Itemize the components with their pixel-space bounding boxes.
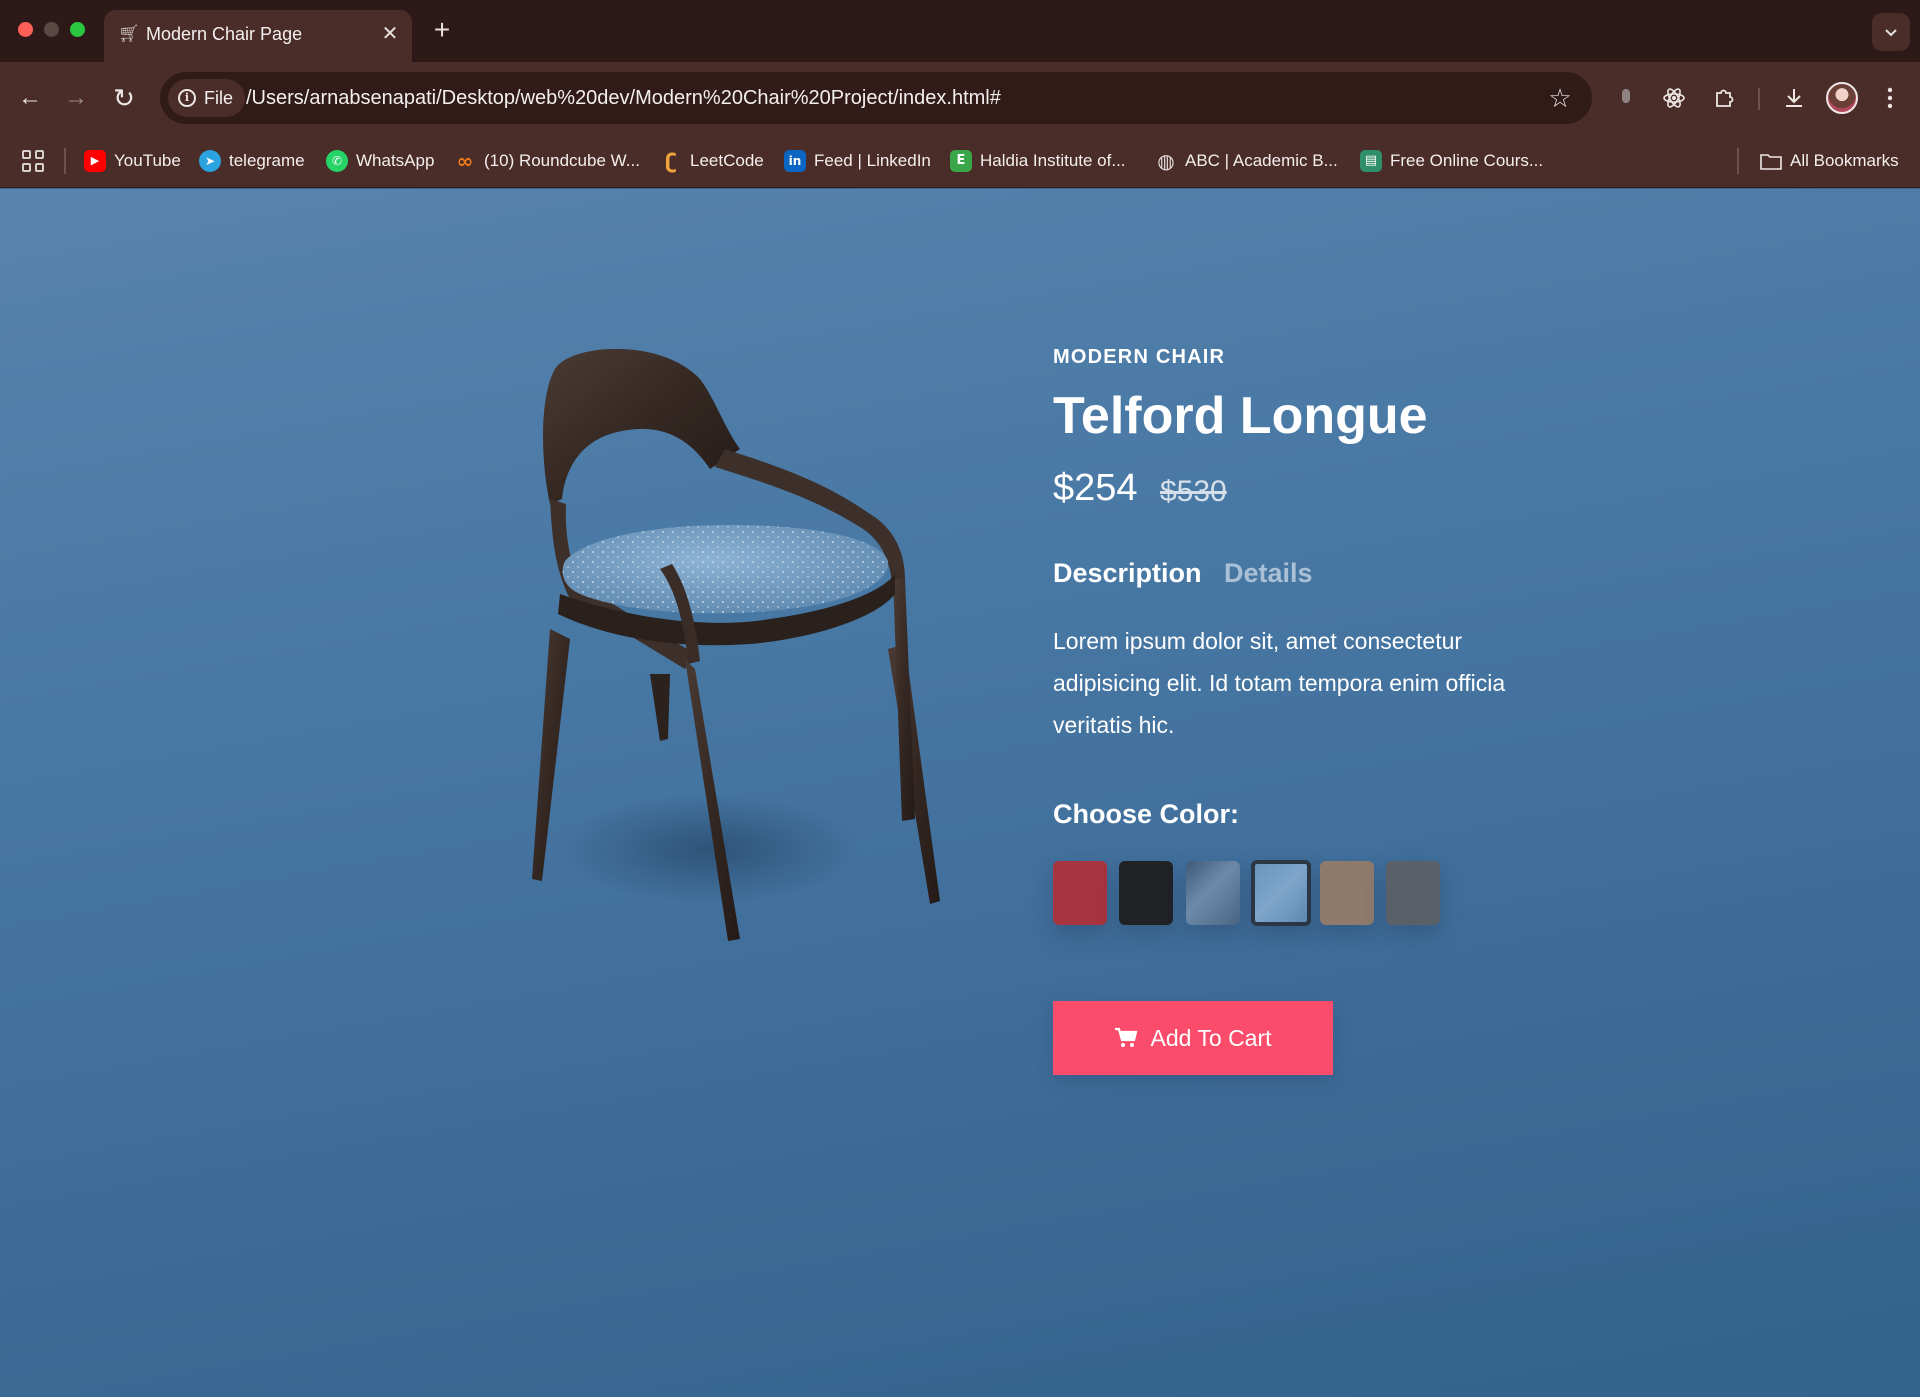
color-swatches <box>1053 860 1473 927</box>
tab-modern-chair[interactable]: 🛒︎ Modern Chair Page ✕ <box>104 10 412 62</box>
bookmark-label: Free Online Cours... <box>1390 151 1544 170</box>
bookmark-abc-academic[interactable]: ◍ ABC | Academic B... <box>1155 147 1338 175</box>
bookmark-star-icon[interactable]: ☆ <box>1544 82 1576 114</box>
tab-search-button[interactable] <box>1872 13 1910 51</box>
swatch-denim[interactable] <box>1186 861 1240 925</box>
swatch-light-blue[interactable] <box>1251 860 1311 926</box>
globe-icon: ◍ <box>1157 149 1175 173</box>
apps-grid-icon[interactable] <box>22 150 44 172</box>
forward-button[interactable]: → <box>58 80 94 116</box>
profile-avatar[interactable] <box>1826 82 1858 114</box>
whatsapp-icon: ✆ <box>326 150 348 172</box>
react-devtools-icon[interactable] <box>1656 80 1692 116</box>
bookmarks-divider <box>1737 148 1739 174</box>
minimize-window-button[interactable] <box>44 22 59 37</box>
bookmark-label: ABC | Academic B... <box>1185 151 1338 170</box>
roundcube-icon: ∞ <box>456 149 474 173</box>
haldia-icon: E <box>950 150 972 172</box>
bookmark-label: LeetCode <box>690 151 764 170</box>
add-to-cart-label: Add To Cart <box>1150 1025 1272 1051</box>
product-title: Telford Longue <box>1053 387 1428 445</box>
bookmark-free-courses[interactable]: ▤ Free Online Cours... <box>1360 147 1543 175</box>
telegram-icon: ➤ <box>199 150 221 172</box>
cart-icon: 🛒︎ <box>118 24 140 43</box>
downloads-icon[interactable] <box>1776 80 1812 116</box>
maximize-window-button[interactable] <box>70 22 85 37</box>
bookmark-youtube[interactable]: ▶ YouTube <box>84 147 181 175</box>
product-price: $254 <box>1053 467 1138 509</box>
all-bookmarks-label: All Bookmarks <box>1790 151 1899 170</box>
bookmark-label: (10) Roundcube W... <box>484 151 640 170</box>
product-category: MODERN CHAIR <box>1053 346 1226 368</box>
back-button[interactable]: ← <box>12 80 48 116</box>
browser-toolbar: ← → ↻ i File /Users/arnabsenapati/Deskto… <box>0 62 1920 134</box>
folder-icon <box>1760 154 1782 170</box>
youtube-icon: ▶ <box>84 150 106 172</box>
swatch-tan[interactable] <box>1320 861 1374 925</box>
cart-icon <box>1115 1027 1138 1047</box>
site-chip-label: File <box>204 87 234 108</box>
bookmark-label: WhatsApp <box>356 151 435 170</box>
reload-button[interactable]: ↻ <box>106 80 142 116</box>
bookmark-linkedin[interactable]: in Feed | LinkedIn <box>784 147 931 175</box>
swatch-red[interactable] <box>1053 861 1107 925</box>
swatch-grey[interactable] <box>1386 861 1440 925</box>
new-tab-button[interactable]: + <box>428 16 456 44</box>
linkedin-icon: in <box>784 150 806 172</box>
extensions-puzzle-icon[interactable] <box>1706 80 1742 116</box>
product-description: Lorem ipsum dolor sit, amet consectetur … <box>1053 628 1506 738</box>
bookmark-label: YouTube <box>114 151 181 170</box>
tab-strip: 🛒︎ Modern Chair Page ✕ + <box>0 0 1920 62</box>
swatch-black[interactable] <box>1119 861 1173 925</box>
bookmark-whatsapp[interactable]: ✆ WhatsApp <box>326 147 434 175</box>
chevron-down-icon <box>1885 29 1897 37</box>
add-to-cart-button[interactable]: Add To Cart <box>1053 1001 1333 1075</box>
product-page: MODERN CHAIR Telford Longue $254 $530 De… <box>0 189 1920 1397</box>
tab-title: Modern Chair Page <box>146 24 303 44</box>
bookmark-label: telegrame <box>229 151 305 170</box>
close-window-button[interactable] <box>18 22 33 37</box>
tab-details[interactable]: Details <box>1224 556 1313 590</box>
product-old-price: $530 <box>1160 475 1227 508</box>
address-bar[interactable]: i File /Users/arnabsenapati/Desktop/web%… <box>160 72 1592 124</box>
bookmark-roundcube[interactable]: ∞ (10) Roundcube W... <box>454 147 640 175</box>
tab-description[interactable]: Description <box>1053 556 1202 590</box>
close-icon[interactable]: ✕ <box>378 22 402 46</box>
bookmark-telegram[interactable]: ➤ telegrame <box>199 147 305 175</box>
course-icon: ▤ <box>1360 150 1382 172</box>
info-icon: i <box>178 89 196 107</box>
extension-mic-icon[interactable] <box>1608 80 1644 116</box>
bookmark-label: Feed | LinkedIn <box>814 151 931 170</box>
menu-kebab-icon[interactable] <box>1872 80 1908 116</box>
all-bookmarks-button[interactable]: All Bookmarks <box>1760 147 1899 175</box>
bookmark-leetcode[interactable]: ʗ LeetCode <box>660 147 764 175</box>
site-info-chip[interactable]: i File <box>168 79 246 117</box>
leetcode-icon: ʗ <box>665 149 677 173</box>
url-text[interactable]: /Users/arnabsenapati/Desktop/web%20dev/M… <box>246 86 1001 110</box>
bookmark-label: Haldia Institute of... <box>980 151 1126 170</box>
toolbar-divider <box>1758 88 1760 110</box>
bookmarks-divider <box>64 148 66 174</box>
bookmarks-bar: ▶ YouTube ➤ telegrame ✆ WhatsApp ∞ (10) … <box>0 134 1920 188</box>
choose-color-label: Choose Color: <box>1053 799 1239 829</box>
chair-image <box>532 348 940 941</box>
bookmark-haldia[interactable]: E Haldia Institute of... <box>950 147 1126 175</box>
